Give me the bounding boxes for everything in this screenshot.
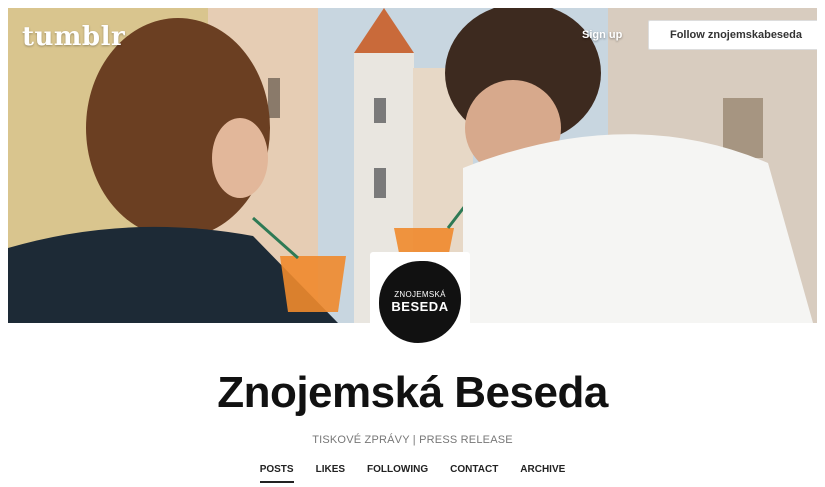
blog-description: TISKOVÉ ZPRÁVY | PRESS RELEASE <box>312 434 513 446</box>
nav-archive[interactable]: ARCHIVE <box>520 464 565 483</box>
page-frame: tumblr Sign up Follow znojemskabeseda ZN… <box>8 8 817 487</box>
avatar-container: ZNOJEMSKÁ BESEDA <box>370 252 470 352</box>
avatar-text-bottom: BESEDA <box>391 299 449 314</box>
nav-contact[interactable]: CONTACT <box>450 464 498 483</box>
nav-posts[interactable]: POSTS <box>259 464 294 483</box>
blog-nav: POSTS LIKES FOLLOWING CONTACT ARCHIVE <box>8 464 817 483</box>
follow-button[interactable]: Follow znojemskabeseda <box>648 20 817 50</box>
nav-likes[interactable]: LIKES <box>316 464 345 483</box>
topbar: tumblr Sign up Follow znojemskabeseda <box>8 8 817 58</box>
avatar[interactable]: ZNOJEMSKÁ BESEDA <box>379 261 461 343</box>
avatar-text-top: ZNOJEMSKÁ <box>394 290 446 299</box>
signup-link[interactable]: Sign up <box>582 29 622 41</box>
nav-following[interactable]: FOLLOWING <box>367 464 428 483</box>
blog-title: Znojemská Beseda <box>217 368 608 417</box>
tumblr-logo[interactable]: tumblr <box>22 22 125 52</box>
